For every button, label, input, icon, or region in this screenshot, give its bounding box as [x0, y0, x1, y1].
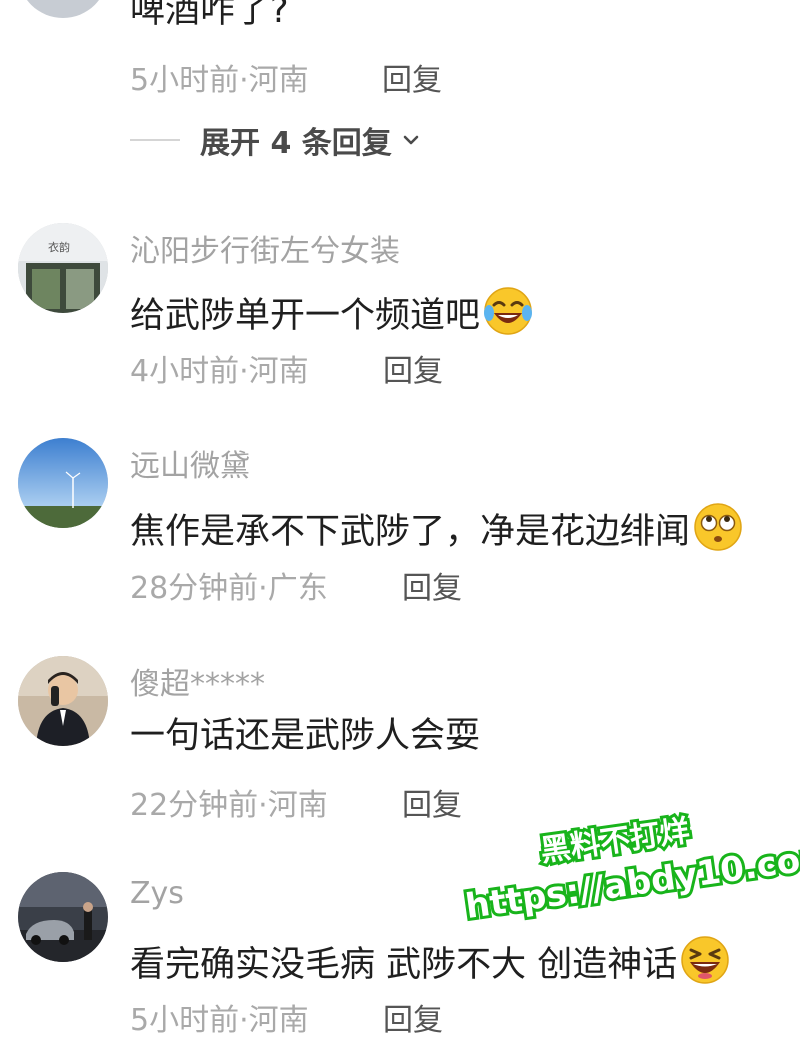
- comment-text: 一句话还是武陟人会耍: [130, 716, 481, 756]
- laughing-crying-emoji-icon: [484, 287, 533, 335]
- comment-text-row: 给武陟单开一个频道吧: [130, 285, 534, 337]
- avatar[interactable]: 衣韵: [18, 223, 108, 313]
- reply-button[interactable]: 回复: [383, 346, 443, 390]
- avatar[interactable]: [18, 656, 108, 746]
- username[interactable]: Zys: [130, 876, 184, 911]
- expand-replies-label: 展开 4 条回复: [200, 126, 392, 161]
- comment-text-row: 看完确实没毛病 武陟不大 创造神话: [130, 934, 731, 986]
- avatar[interactable]: [18, 872, 108, 962]
- reply-button[interactable]: 回复: [382, 55, 442, 99]
- divider-line: [130, 139, 180, 141]
- comment-time-location: 4小时前·河南: [130, 354, 309, 389]
- comment-time-location: 5小时前·河南: [130, 63, 309, 98]
- username[interactable]: 远山微黛: [130, 441, 250, 485]
- username[interactable]: 傻超*****: [130, 659, 265, 703]
- comment-text: 看完确实没毛病 武陟不大 创造神话: [130, 945, 678, 985]
- comment-time-location: 5小时前·河南: [130, 1003, 309, 1038]
- chevron-down-icon: [403, 135, 419, 145]
- rolling-eyes-emoji-icon: [694, 503, 742, 551]
- watermark: 黑料不打烊 https://abdy10.com: [455, 787, 800, 949]
- avatar[interactable]: [18, 0, 108, 18]
- expand-replies-button[interactable]: 展开 4 条回复: [130, 118, 420, 162]
- comment-time-location: 28分钟前·广东: [130, 571, 328, 606]
- comment-text-row: 焦作是承不下武陟了，净是花边绯闻: [130, 501, 744, 553]
- svg-text:衣韵: 衣韵: [48, 240, 70, 254]
- comment-text: 啤酒咋了?: [130, 0, 289, 31]
- grinning-squint-emoji-icon: [681, 936, 730, 984]
- comment-time-location: 22分钟前·河南: [130, 788, 328, 823]
- username[interactable]: 沁阳步行街左兮女装: [130, 226, 400, 270]
- reply-button[interactable]: 回复: [402, 563, 462, 607]
- reply-button[interactable]: 回复: [402, 780, 462, 824]
- avatar[interactable]: [18, 438, 108, 528]
- comment-text: 给武陟单开一个频道吧: [130, 296, 481, 336]
- reply-button[interactable]: 回复: [383, 995, 443, 1039]
- comment-text: 焦作是承不下武陟了，净是花边绯闻: [130, 512, 691, 552]
